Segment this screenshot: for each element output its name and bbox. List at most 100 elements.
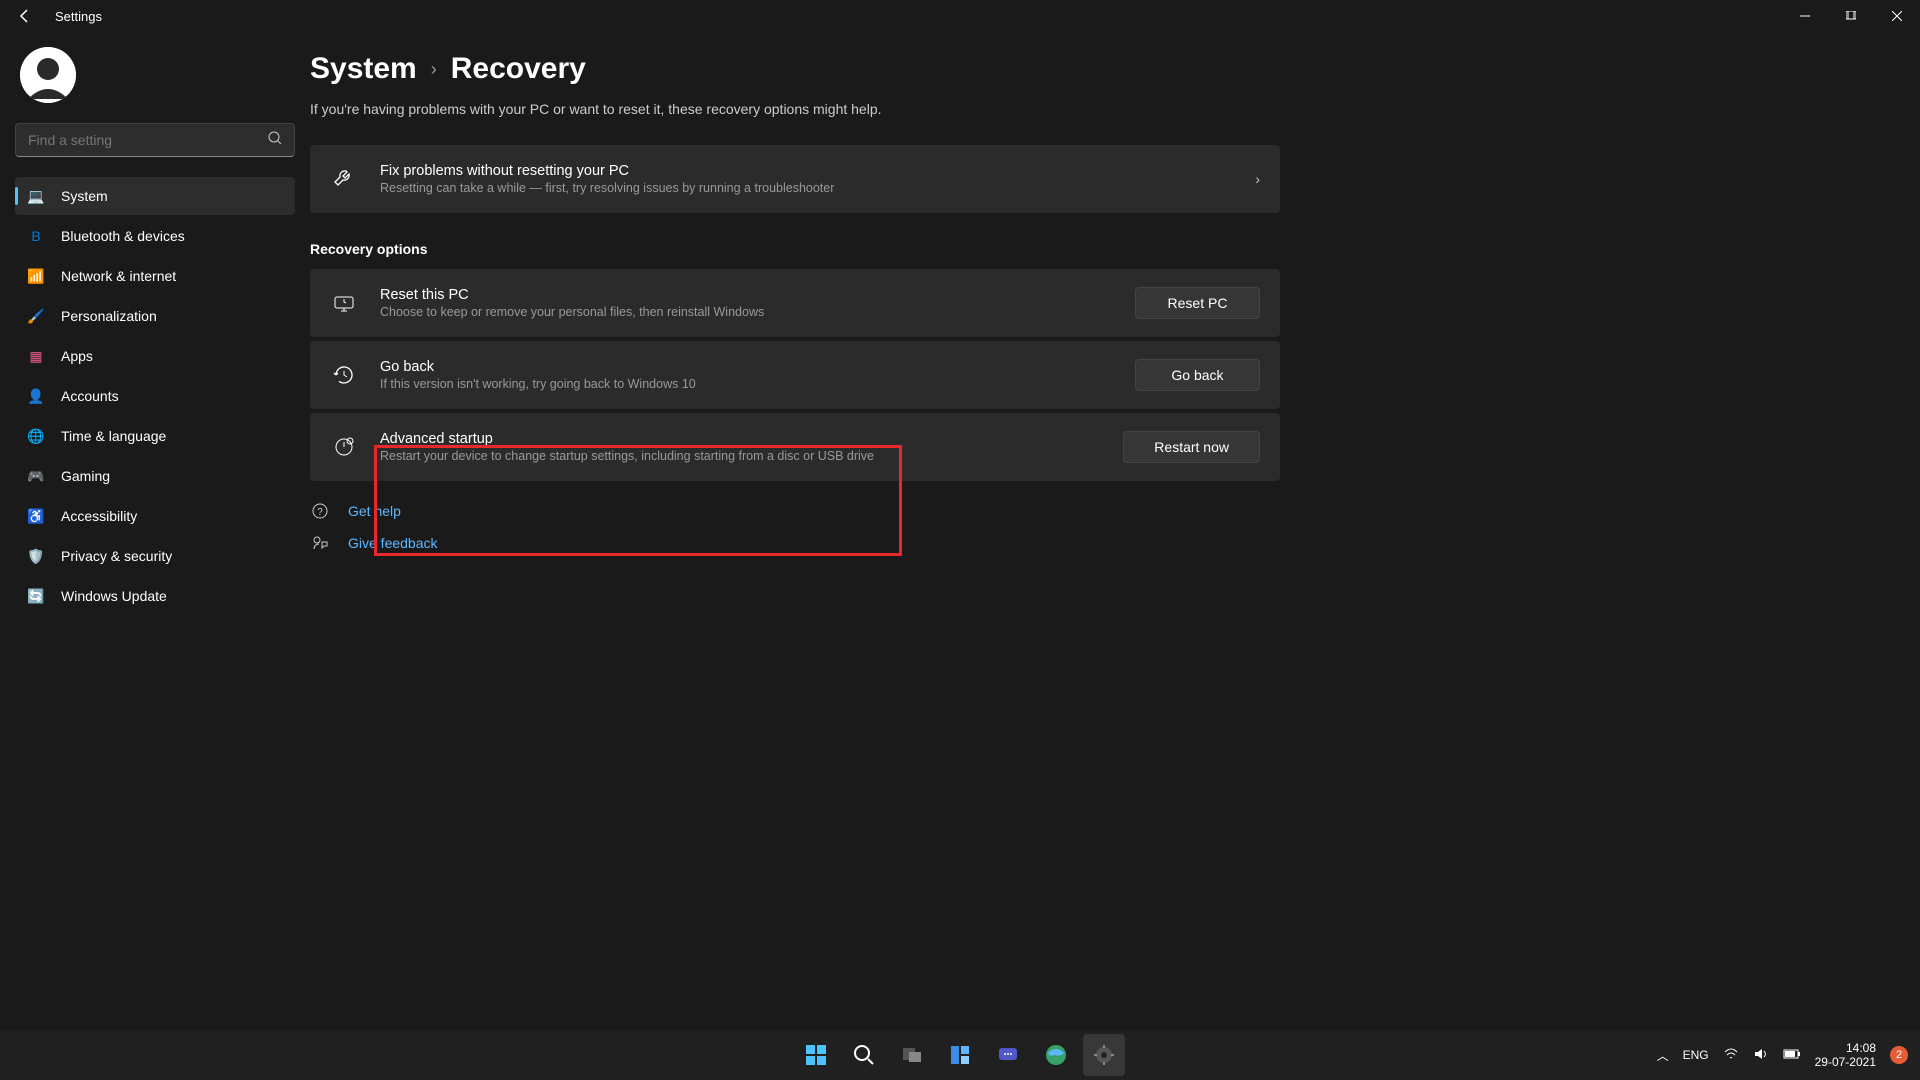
sidebar-item-system[interactable]: 💻System [15, 177, 295, 215]
sidebar-item-network-internet[interactable]: 📶 Network & internet [15, 257, 295, 295]
chevron-right-icon: › [431, 59, 437, 80]
nav-label: Privacy & security [61, 548, 172, 564]
card-title: Fix problems without resetting your PC [380, 163, 1255, 179]
arrow-left-icon [17, 8, 33, 24]
task-view-button[interactable] [891, 1034, 933, 1076]
search-button[interactable] [843, 1034, 885, 1076]
fix-problems-card[interactable]: Fix problems without resetting your PC R… [310, 145, 1280, 213]
chat-icon [997, 1044, 1019, 1066]
nav-icon: 🖌️ [27, 307, 45, 325]
breadcrumb-current: Recovery [451, 52, 586, 86]
sidebar-item-privacy-security[interactable]: 🛡️Privacy & security [15, 537, 295, 575]
card-title: Reset this PC [380, 287, 1135, 303]
clock[interactable]: 14:08 29-07-2021 [1815, 1041, 1876, 1070]
nav-icon: 🌐 [27, 427, 45, 445]
close-button[interactable] [1874, 0, 1920, 32]
time-text: 14:08 [1815, 1041, 1876, 1055]
chevron-right-icon: › [1255, 171, 1260, 187]
maximize-icon [1846, 11, 1856, 21]
go-back-button[interactable]: Go back [1135, 359, 1260, 391]
gear-icon [1093, 1044, 1115, 1066]
battery-icon[interactable] [1783, 1048, 1801, 1063]
wifi-icon[interactable] [1723, 1046, 1739, 1065]
link-label: Get help [348, 503, 401, 519]
window-title: Settings [55, 9, 102, 24]
card-subtitle: Restart your device to change startup se… [380, 449, 1123, 463]
nav-icon: 👤 [27, 387, 45, 405]
system-tray: ︿ ENG 14:08 29-07-2021 2 [1657, 1041, 1908, 1070]
notification-badge[interactable]: 2 [1890, 1046, 1908, 1064]
chat-button[interactable] [987, 1034, 1029, 1076]
section-heading: Recovery options [310, 241, 1280, 257]
power-gear-icon [330, 433, 358, 461]
nav-label: System [61, 188, 108, 204]
settings-taskbar-button[interactable] [1083, 1034, 1125, 1076]
start-button[interactable] [795, 1034, 837, 1076]
sidebar: 💻System B Bluetooth & devices 📶 Network & in… [0, 32, 310, 1030]
nav-icon: 📶 [27, 267, 45, 285]
tray-chevron-up-icon[interactable]: ︿ [1657, 1047, 1669, 1064]
minimize-button[interactable] [1782, 0, 1828, 32]
sidebar-item-personalization[interactable]: 🖌️ Personalization [15, 297, 295, 335]
nav-label: Time & language [61, 428, 166, 444]
nav-label: Bluetooth & devices [61, 228, 185, 244]
card-subtitle: If this version isn't working, try going… [380, 377, 1135, 391]
nav-label: Apps [61, 348, 93, 364]
sidebar-item-windows-update[interactable]: 🔄 Windows Update [15, 577, 295, 615]
maximize-button[interactable] [1828, 0, 1874, 32]
card-title: Advanced startup [380, 431, 1123, 447]
sidebar-item-apps[interactable]: ▦Apps [15, 337, 295, 375]
edge-icon [1044, 1043, 1068, 1067]
sidebar-item-time-language[interactable]: 🌐 Time & language [15, 417, 295, 455]
nav-icon: 🔄 [27, 587, 45, 605]
taskbar: ︿ ENG 14:08 29-07-2021 2 [0, 1030, 1920, 1080]
search-input[interactable] [28, 132, 268, 148]
nav-list: 💻System B Bluetooth & devices 📶 Network & in… [15, 177, 295, 615]
get-help-link[interactable]: ? Get help [310, 501, 1280, 521]
sidebar-item-accessibility[interactable]: ♿Accessibility [15, 497, 295, 535]
nav-icon: 🎮 [27, 467, 45, 485]
user-area[interactable] [15, 47, 295, 103]
advanced-startup-card: Advanced startup Restart your device to … [310, 413, 1280, 481]
history-icon [330, 361, 358, 389]
nav-icon: B [27, 227, 45, 245]
intro-text: If you're having problems with your PC o… [310, 101, 1280, 117]
nav-label: Personalization [61, 308, 157, 324]
nav-icon: ♿ [27, 507, 45, 525]
sidebar-item-accounts[interactable]: 👤 Accounts [15, 377, 295, 415]
link-label: Give feedback [348, 535, 438, 551]
breadcrumb-parent[interactable]: System [310, 52, 417, 86]
user-icon [20, 47, 76, 103]
search-icon [853, 1044, 875, 1066]
search-box[interactable] [15, 123, 295, 157]
widgets-icon [949, 1044, 971, 1066]
go-back-card: Go back If this version isn't working, t… [310, 341, 1280, 409]
card-subtitle: Resetting can take a while — first, try … [380, 181, 1255, 195]
give-feedback-link[interactable]: Give feedback [310, 533, 1280, 553]
minimize-icon [1800, 11, 1810, 21]
back-button[interactable] [10, 1, 40, 31]
widgets-button[interactable] [939, 1034, 981, 1076]
content: System › Recovery If you're having probl… [310, 32, 1320, 1030]
edge-button[interactable] [1035, 1034, 1077, 1076]
titlebar: Settings [0, 0, 1920, 32]
reset-pc-card: Reset this PC Choose to keep or remove y… [310, 269, 1280, 337]
sidebar-item-gaming[interactable]: 🎮 Gaming [15, 457, 295, 495]
volume-icon[interactable] [1753, 1046, 1769, 1065]
breadcrumb: System › Recovery [310, 52, 1280, 86]
nav-label: Gaming [61, 468, 110, 484]
nav-label: Windows Update [61, 588, 167, 604]
window-controls [1782, 0, 1920, 32]
windows-icon [804, 1043, 828, 1067]
help-icon: ? [310, 501, 330, 521]
sidebar-item-bluetooth-devices[interactable]: B Bluetooth & devices [15, 217, 295, 255]
close-icon [1892, 11, 1902, 21]
feedback-icon [310, 533, 330, 553]
language-indicator[interactable]: ENG [1683, 1048, 1709, 1062]
reset-icon [330, 289, 358, 317]
search-icon [268, 131, 282, 150]
restart-now-button[interactable]: Restart now [1123, 431, 1260, 463]
reset-pc-button[interactable]: Reset PC [1135, 287, 1260, 319]
nav-label: Network & internet [61, 268, 176, 284]
nav-label: Accounts [61, 388, 119, 404]
